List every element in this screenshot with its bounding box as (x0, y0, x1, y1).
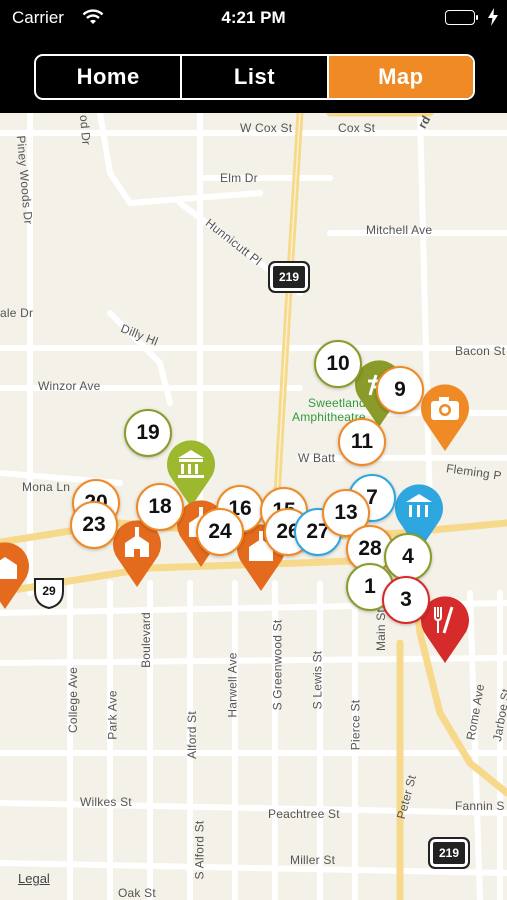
map-marker[interactable]: 3 (382, 576, 430, 624)
street-label: Alford St (184, 711, 199, 759)
street-label: Bacon St (455, 344, 506, 358)
street-label: Oak St (118, 886, 156, 900)
map-marker[interactable]: 4 (384, 533, 432, 581)
highway-shield: 219 (268, 261, 310, 293)
charging-icon (487, 8, 499, 31)
battery-icon (445, 10, 475, 25)
highway-shield: 219 (428, 837, 470, 869)
map-view[interactable]: W Cox St Cox St Elm Dr Mitchell Ave Hunn… (0, 113, 507, 900)
street-label: S Alford St (192, 820, 207, 880)
street-label: College Ave (66, 666, 81, 734)
map-marker[interactable]: 18 (136, 483, 184, 531)
map-marker[interactable]: 19 (124, 409, 172, 457)
map-marker[interactable]: 9 (376, 366, 424, 414)
battery-tip (476, 15, 478, 20)
tab-list[interactable]: List (182, 56, 329, 98)
street-label: Mona Ln (22, 480, 71, 494)
map-marker[interactable]: 23 (70, 501, 118, 549)
clock: 4:21 PM (221, 8, 286, 27)
street-label: Harwell Ave (225, 652, 240, 718)
street-label: od Dr (76, 114, 94, 146)
street-label: Pierce St (348, 699, 363, 751)
us-route-shield: 29 (32, 576, 66, 610)
street-label: S Greenwood St (270, 619, 285, 711)
navigation-bar: Home List Map (0, 36, 507, 113)
street-label: Wilkes St (80, 795, 132, 809)
street-label: Miller St (290, 853, 336, 867)
map-marker[interactable]: 10 (314, 340, 362, 388)
tab-home[interactable]: Home (36, 56, 183, 98)
legal-link[interactable]: Legal (18, 871, 50, 886)
street-label: Mitchell Ave (366, 223, 433, 237)
us-route-number: 29 (42, 584, 56, 598)
street-label: W Batt (298, 451, 336, 465)
street-label: Main St (374, 608, 389, 652)
street-label: Elm Dr (220, 171, 258, 185)
status-bar: Carrier 4:21 PM (0, 0, 507, 36)
church-pin[interactable] (0, 533, 36, 611)
street-label: S Lewis St (310, 650, 325, 710)
street-label: Fannin S (455, 799, 505, 813)
street-label: Park Ave (105, 690, 120, 740)
map-marker[interactable]: 11 (338, 418, 386, 466)
street-label: Winzor Ave (38, 379, 101, 393)
tab-map[interactable]: Map (328, 56, 473, 98)
street-label: ale Dr (0, 306, 34, 320)
map-marker[interactable]: 24 (196, 508, 244, 556)
street-label: Cox St (338, 121, 376, 135)
street-label: Boulevard (138, 612, 153, 668)
street-label: W Cox St (240, 121, 293, 135)
street-label: Peachtree St (268, 807, 340, 821)
view-segmented-control: Home List Map (34, 54, 475, 100)
